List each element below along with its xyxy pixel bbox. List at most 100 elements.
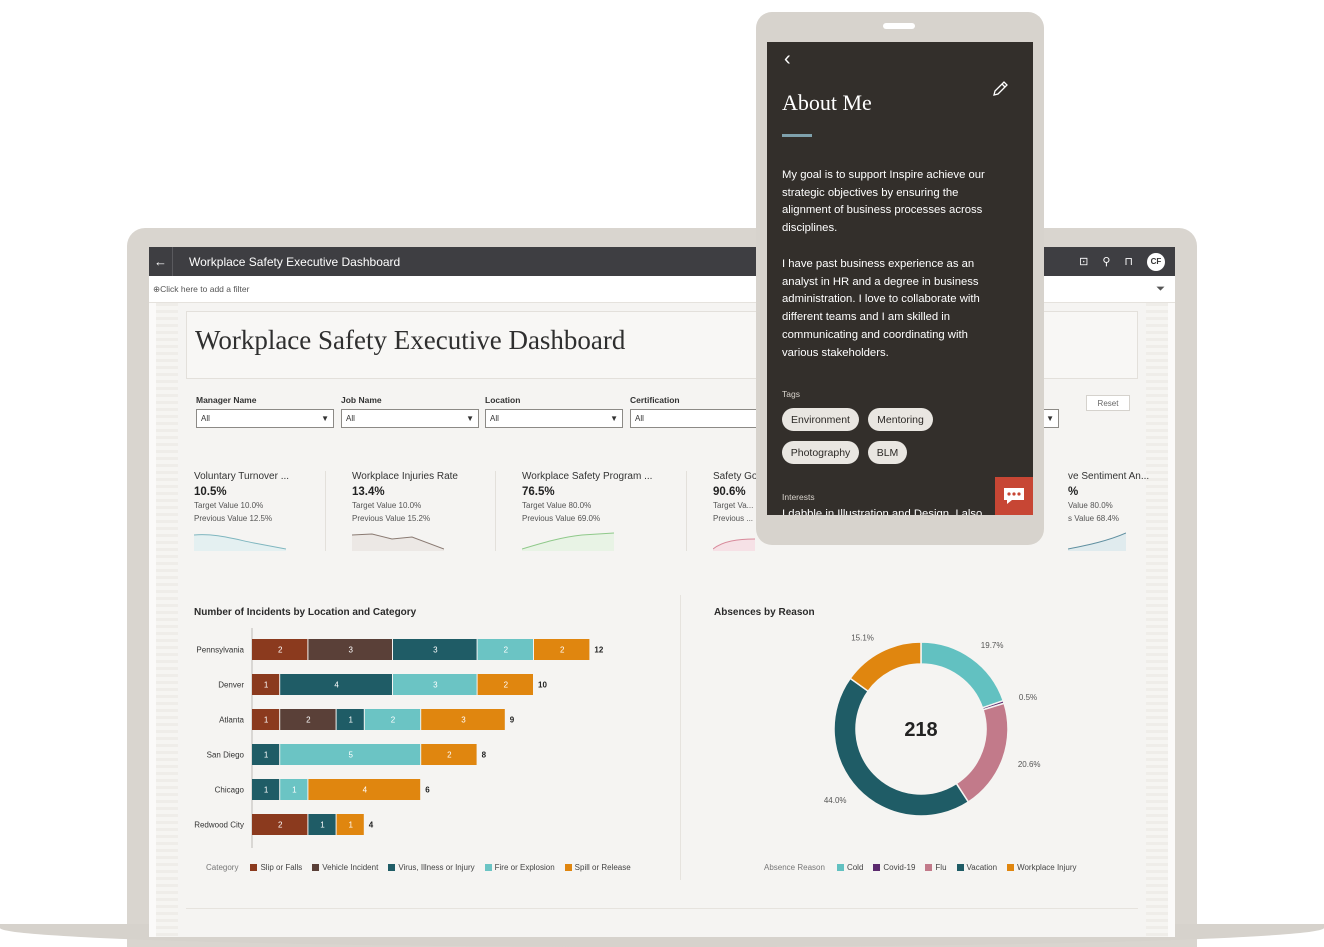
back-arrow-icon[interactable]: ← [149,247,173,276]
bar-value-label: 2 [278,646,283,655]
kpi-value: 13.4% [352,486,385,498]
kpi-sentiment[interactable]: ve Sentiment An... % Value 80.0% s Value… [1068,471,1149,551]
tag-chip[interactable]: BLM [868,441,907,464]
chevron-down-icon: ▼ [321,414,329,423]
kpi-previous: s Value 68.4% [1068,514,1119,523]
location-select[interactable]: All ▼ [485,409,623,428]
legend-swatch [312,864,320,871]
donut-chart-title: Absences by Reason [714,607,815,618]
bar-value-label: 2 [560,646,565,655]
bar-value-label: 2 [504,646,509,655]
legend-item[interactable]: Cold [836,863,864,872]
kpi-value: 90.6% [713,486,746,498]
legend-item[interactable]: Fire or Explosion [484,863,555,872]
legend-item[interactable]: Spill or Release [564,863,631,872]
filter-funnel-icon[interactable]: ⏷ [1156,283,1165,296]
bar-total-label: 4 [369,821,374,830]
title-accent-rule [782,134,812,137]
kpi-safety-goal[interactable]: Safety Go 90.6% Target Va... Previous ..… [713,471,757,551]
kpi-previous: Previous ... [713,514,754,523]
bar-value-label: 1 [292,786,297,795]
donut-slice[interactable] [849,641,922,693]
slice-percent-label: 0.5% [1019,693,1037,702]
category-tick-label: Pennsylvania [196,646,244,655]
kpi-voluntary-turnover[interactable]: Voluntary Turnover ... 10.5% Target Valu… [194,471,289,551]
legend-label: Workplace Injury [1017,863,1077,872]
bar-total-label: 9 [510,716,515,725]
legend-item[interactable]: Flu [925,863,947,872]
legend-item[interactable]: Slip or Falls [250,863,302,872]
kpi-target: Target Value 10.0% [194,501,264,510]
legend-item[interactable]: Vehicle Incident [312,863,378,872]
kpi-name: Workplace Safety Program ... [522,471,653,482]
legend-item[interactable]: Covid-19 [873,863,915,872]
chevron-down-icon: ▼ [466,414,474,423]
bar-total-label: 6 [425,786,430,795]
kpi-value: 76.5% [522,486,555,498]
filter-label: Location [485,395,521,405]
legend-label: Cold [846,863,864,872]
avatar[interactable]: CF [1147,252,1165,271]
manager-name-select[interactable]: All ▼ [196,409,334,428]
bar-value-label: 1 [348,821,353,830]
job-name-select[interactable]: All ▼ [341,409,479,428]
legend-label: Spill or Release [574,863,631,872]
kpi-divider [495,471,496,551]
add-filter-hint[interactable]: Click here to add a filter [160,284,249,294]
back-chevron-icon[interactable]: ‹ [784,48,791,71]
slice-percent-label: 15.1% [851,633,874,642]
legend-item[interactable]: Workplace Injury [1007,863,1077,872]
bar-value-label: 1 [264,751,269,760]
sparkline [713,538,755,551]
bookmark-icon[interactable]: ⊓ [1124,255,1133,268]
sparkline [522,532,614,551]
bar-value-label: 1 [348,716,353,725]
donut-center-total: 218 [904,719,937,741]
slice-percent-label: 19.7% [981,641,1004,650]
legend-item[interactable]: Virus, Illness or Injury [388,863,475,872]
present-icon[interactable]: ⊡ [1079,255,1088,268]
bar-value-label: 3 [433,646,438,655]
absences-donut-chart[interactable]: 19.7% 0.5% 20.6% 44.0% 15.1% 218 [756,633,1076,823]
filter-label: Certification [630,395,680,405]
add-filter-icon[interactable]: ⊕ [153,284,160,295]
phone-screen: ‹ About Me My goal is to support Inspire… [767,42,1033,515]
tag-chip[interactable]: Environment [782,408,859,431]
kpi-safety-program[interactable]: Workplace Safety Program ... 76.5% Targe… [522,471,652,551]
donut-slice[interactable] [955,702,1009,804]
select-value: All [346,414,355,423]
legend-label: Flu [935,863,947,872]
pencil-icon[interactable] [991,80,1009,98]
kpi-workplace-injuries[interactable]: Workplace Injuries Rate 13.4% Target Val… [352,471,458,551]
chat-bubble-icon [1004,488,1024,504]
tags-label: Tags [782,389,800,399]
app-title: Workplace Safety Executive Dashboard [189,254,401,269]
bar-value-label: 1 [320,821,325,830]
legend-title: Absence Reason [764,863,825,872]
bar-value-label: 2 [306,716,311,725]
phone-frame: ‹ About Me My goal is to support Inspire… [756,12,1044,545]
bar-value-label: 3 [433,681,438,690]
about-me-title: About Me [782,90,872,115]
tag-chip[interactable]: Photography [782,441,859,464]
user-edit-icon[interactable]: ⚲ [1102,255,1110,268]
legend-item[interactable]: Vacation [956,863,997,872]
kpi-name: Safety Go [713,471,758,482]
donut-slice[interactable] [833,677,970,817]
certification-select[interactable]: All ▼ [630,409,768,428]
incidents-bar-chart[interactable]: Pennsylvania 2 3 3 2 2 12Denver 1 4 3 2 10Atlanta 1 2… [194,628,634,853]
legend-swatch [836,864,844,871]
category-tick-label: Redwood City [194,821,244,830]
sparkline [194,534,286,551]
reset-button[interactable]: Reset [1086,395,1130,411]
legend-title: Category [206,863,239,872]
bar-value-label: 1 [264,681,269,690]
donut-slice[interactable] [920,641,1005,709]
bar-total-label: 10 [538,681,547,690]
bar-value-label: 2 [391,716,396,725]
chat-button[interactable] [995,477,1033,515]
kpi-name: Voluntary Turnover ... [194,471,290,482]
slice-percent-label: 44.0% [824,796,847,805]
tag-chip[interactable]: Mentoring [868,408,933,431]
interests-label: Interests [782,492,815,502]
